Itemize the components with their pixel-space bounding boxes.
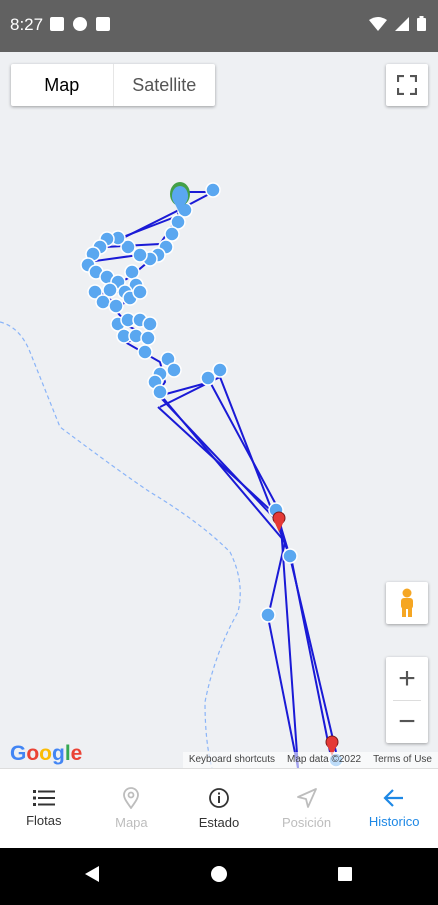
river-lines — [0, 321, 241, 768]
nav-mapa[interactable]: Mapa — [88, 769, 176, 848]
map-data-label: Map data ©2022 — [287, 754, 362, 765]
nav-mapa-label: Mapa — [115, 815, 148, 830]
recents-icon[interactable] — [338, 867, 352, 881]
status-bar: 8:27 — [0, 0, 438, 52]
status-icons-left — [50, 17, 110, 31]
battery-icon — [417, 16, 426, 31]
fullscreen-button[interactable] — [386, 64, 428, 106]
bottom-navigation: Flotas Mapa Estado Posición Historico — [0, 768, 438, 848]
pegman-icon — [401, 588, 413, 617]
alert-icon — [73, 17, 87, 31]
nav-flotas[interactable]: Flotas — [0, 769, 88, 848]
status-time: 8:27 — [10, 15, 44, 34]
back-icon[interactable] — [85, 866, 99, 882]
zoom-in-button[interactable]: + — [386, 658, 428, 700]
google-logo: Google — [10, 742, 83, 765]
nav-posicion-label: Posición — [282, 815, 332, 830]
nav-historico[interactable]: Historico — [350, 769, 438, 848]
arrow-back-icon — [383, 789, 404, 807]
map-view[interactable]: Map Satellite + − Google Keyboard shortc… — [0, 52, 438, 768]
map-type-map-button[interactable]: Map — [11, 64, 113, 106]
nav-estado-label: Estado — [198, 815, 240, 830]
zoom-out-button[interactable]: − — [386, 701, 428, 743]
terms-of-use-link[interactable]: Terms of Use — [367, 752, 438, 768]
fullscreen-icon — [397, 75, 417, 95]
nav-estado[interactable]: Estado — [175, 769, 263, 848]
position-markers — [80, 182, 344, 768]
system-navigation-bar — [0, 848, 438, 900]
map-type-control: Map Satellite — [11, 64, 215, 106]
sd-card-icon — [96, 17, 110, 31]
map-pin-icon — [123, 787, 140, 809]
status-icons-right — [369, 16, 426, 31]
map-type-satellite-button[interactable]: Satellite — [112, 64, 216, 106]
info-icon — [209, 788, 229, 808]
nav-flotas-label: Flotas — [26, 813, 62, 828]
route-polyline — [84, 191, 337, 768]
nav-posicion[interactable]: Posición — [263, 769, 351, 848]
home-icon[interactable] — [211, 866, 227, 882]
wifi-icon — [369, 16, 387, 31]
navigation-icon — [296, 788, 317, 808]
system-nav-icons — [85, 866, 352, 882]
photo-icon — [50, 17, 64, 31]
list-icon — [32, 790, 55, 806]
cell-signal-icon — [395, 16, 409, 31]
keyboard-shortcuts-link[interactable]: Keyboard shortcuts — [183, 752, 281, 768]
route-layer — [0, 182, 344, 768]
map-attribution: Keyboard shortcuts Map data ©2022 Terms … — [182, 752, 438, 768]
zoom-control: + − — [386, 657, 428, 743]
street-view-pegman-button[interactable] — [386, 582, 428, 624]
nav-historico-label: Historico — [368, 814, 420, 829]
